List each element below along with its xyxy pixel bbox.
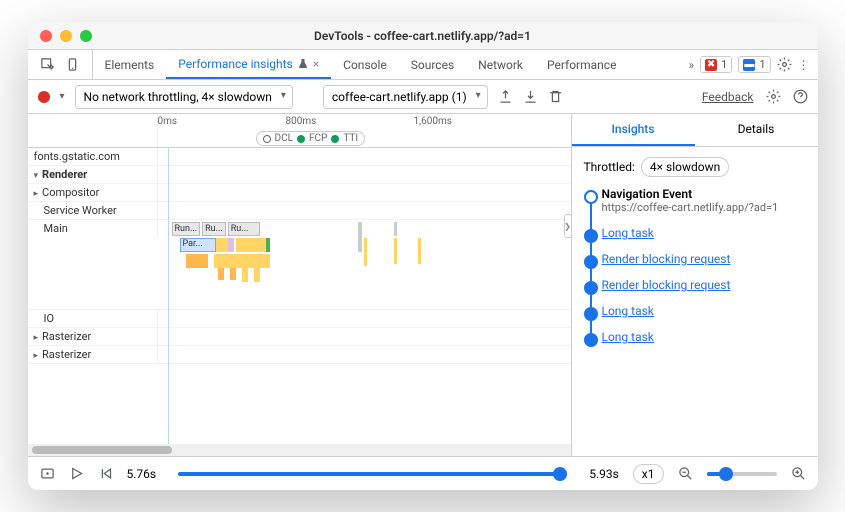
lane-renderer[interactable]: Renderer bbox=[28, 166, 158, 183]
zoom-out-icon[interactable] bbox=[678, 466, 693, 481]
insight-link[interactable]: Long task bbox=[602, 330, 654, 344]
tab-label: Performance insights bbox=[178, 57, 293, 71]
screenshot-icon[interactable] bbox=[40, 466, 55, 481]
titlebar: DevTools - coffee-cart.netlify.app/?ad=1 bbox=[28, 22, 818, 50]
error-badge[interactable]: ✖1 bbox=[700, 56, 732, 73]
chevron-down-icon[interactable]: ▾ bbox=[60, 91, 65, 102]
tick-1600: 1,600ms bbox=[414, 116, 452, 127]
record-button[interactable] bbox=[38, 91, 50, 103]
rewind-icon[interactable] bbox=[98, 466, 113, 481]
insight-item[interactable]: Long task bbox=[602, 330, 806, 344]
lanes-area: fonts.gstatic.com Renderer Compositor Se… bbox=[28, 148, 571, 444]
tab-network[interactable]: Network bbox=[466, 50, 535, 79]
timeline-panel: 0ms 800ms 1,600ms DCL FCP TTI fonts.gsta… bbox=[28, 114, 572, 456]
dcl-label: DCL bbox=[275, 133, 293, 144]
insight-item[interactable]: Render blocking request bbox=[602, 278, 806, 292]
lane-fonts[interactable]: fonts.gstatic.com bbox=[28, 148, 158, 165]
time-from: 5.76s bbox=[127, 467, 157, 481]
insight-timeline: Navigation Event https://coffee-cart.net… bbox=[584, 187, 806, 344]
insight-link[interactable]: Long task bbox=[602, 304, 654, 318]
lane-service-worker[interactable]: Service Worker bbox=[28, 202, 158, 219]
tab-performance[interactable]: Performance bbox=[535, 50, 628, 79]
insight-item[interactable]: Render blocking request bbox=[602, 252, 806, 266]
tab-bar: Elements Performance insights × Console … bbox=[28, 50, 818, 80]
settings-icon[interactable] bbox=[766, 89, 781, 104]
panel-resize-handle[interactable]: ❯ bbox=[564, 214, 572, 238]
insight-item[interactable]: Long task bbox=[602, 304, 806, 318]
task-parse[interactable]: Par... bbox=[180, 238, 216, 252]
nav-event-url: https://coffee-cart.netlify.app/?ad=1 bbox=[602, 201, 806, 214]
lane-compositor[interactable]: Compositor bbox=[28, 184, 158, 201]
insight-link[interactable]: Render blocking request bbox=[602, 252, 731, 266]
throttling-select[interactable]: No network throttling, 4× slowdown bbox=[75, 85, 293, 109]
error-count: 1 bbox=[721, 58, 727, 71]
tab-details[interactable]: Details bbox=[695, 114, 818, 146]
throttled-chip[interactable]: 4× slowdown bbox=[641, 157, 729, 177]
help-icon[interactable] bbox=[793, 89, 808, 104]
fcp-label: FCP bbox=[309, 133, 327, 144]
tti-label: TTI bbox=[343, 133, 358, 144]
insights-panel: Insights Details Throttled: 4× slowdown … bbox=[572, 114, 818, 456]
nav-event-title: Navigation Event bbox=[602, 187, 806, 201]
zoom-in-icon[interactable] bbox=[791, 466, 806, 481]
insight-link[interactable]: Render blocking request bbox=[602, 278, 731, 292]
lane-label: Rasterizer bbox=[42, 330, 91, 343]
zoom-slider[interactable] bbox=[707, 472, 777, 476]
tab-insights[interactable]: Insights bbox=[572, 114, 695, 146]
task-run[interactable]: Run... bbox=[172, 222, 201, 236]
lane-main[interactable]: Main bbox=[28, 220, 158, 237]
page-select[interactable]: coffee-cart.netlify.app (1) bbox=[323, 85, 488, 109]
speed-chip[interactable]: x1 bbox=[633, 464, 664, 484]
tab-performance-insights[interactable]: Performance insights × bbox=[166, 50, 331, 79]
main-area: 0ms 800ms 1,600ms DCL FCP TTI fonts.gsta… bbox=[28, 114, 818, 456]
upload-icon[interactable] bbox=[498, 89, 513, 104]
footer-controls: 5.76s 5.93s x1 bbox=[28, 456, 818, 490]
lane-raster2[interactable]: Rasterizer bbox=[28, 346, 158, 363]
tab-console[interactable]: Console bbox=[331, 50, 399, 79]
lane-label: Renderer bbox=[42, 168, 87, 181]
tab-elements[interactable]: Elements bbox=[93, 50, 167, 79]
perf-markers: DCL FCP TTI bbox=[256, 131, 366, 146]
task-ru1[interactable]: Ru... bbox=[202, 222, 226, 236]
lane-io[interactable]: IO bbox=[28, 310, 158, 327]
trash-icon[interactable] bbox=[548, 89, 563, 104]
devtools-window: DevTools - coffee-cart.netlify.app/?ad=1… bbox=[28, 22, 818, 490]
insight-item[interactable]: Long task bbox=[602, 226, 806, 240]
lane-raster1[interactable]: Rasterizer bbox=[28, 328, 158, 345]
kebab-icon[interactable]: ⋮ bbox=[798, 58, 810, 72]
inspect-icon[interactable] bbox=[40, 57, 55, 72]
more-tabs-icon[interactable]: » bbox=[689, 58, 695, 72]
task-ru2[interactable]: Ru... bbox=[228, 222, 260, 236]
flask-icon bbox=[297, 58, 309, 70]
nav-event[interactable]: Navigation Event https://coffee-cart.net… bbox=[602, 187, 806, 214]
toolbar: ▾ No network throttling, 4× slowdown cof… bbox=[28, 80, 818, 114]
lane-label: Compositor bbox=[42, 186, 99, 199]
device-icon[interactable] bbox=[65, 57, 80, 72]
horizontal-scrollbar[interactable] bbox=[28, 444, 571, 456]
info-badge[interactable]: ▬1 bbox=[738, 56, 770, 73]
tick-800: 800ms bbox=[286, 116, 317, 127]
download-icon[interactable] bbox=[523, 89, 538, 104]
time-ruler[interactable]: 0ms 800ms 1,600ms DCL FCP TTI bbox=[28, 114, 571, 148]
window-title: DevTools - coffee-cart.netlify.app/?ad=1 bbox=[28, 29, 818, 43]
gear-icon[interactable] bbox=[777, 57, 792, 72]
play-icon[interactable] bbox=[69, 466, 84, 481]
insight-link[interactable]: Long task bbox=[602, 226, 654, 240]
close-tab-icon[interactable]: × bbox=[313, 57, 319, 71]
tick-0: 0ms bbox=[158, 116, 178, 127]
throttled-label: Throttled: bbox=[584, 160, 635, 174]
time-slider[interactable] bbox=[178, 472, 567, 476]
lane-label: Rasterizer bbox=[42, 348, 91, 361]
time-to: 5.93s bbox=[589, 467, 619, 481]
info-count: 1 bbox=[759, 58, 765, 71]
tab-sources[interactable]: Sources bbox=[399, 50, 466, 79]
feedback-link[interactable]: Feedback bbox=[702, 90, 754, 104]
